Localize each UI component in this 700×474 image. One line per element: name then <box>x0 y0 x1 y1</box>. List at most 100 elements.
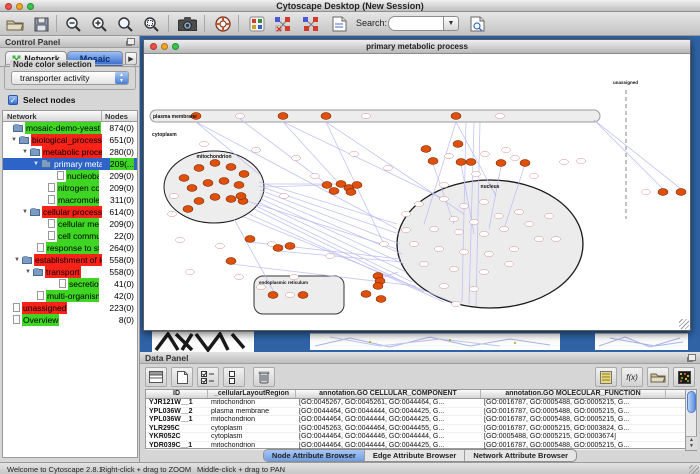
node-unselected[interactable] <box>410 241 419 246</box>
node-unselected[interactable] <box>311 173 320 178</box>
import-attributes-button[interactable] <box>647 367 669 387</box>
tree-row-nucleobase-[interactable]: nucleobase-209(0) <box>3 170 137 182</box>
delete-attribute-button[interactable] <box>253 367 275 387</box>
node-selected[interactable] <box>676 189 686 196</box>
node-selected[interactable] <box>236 193 246 200</box>
expand-arrow-icon[interactable]: ▼ <box>33 158 41 170</box>
node-unselected[interactable] <box>500 226 509 231</box>
node-selected[interactable] <box>273 245 283 252</box>
node-unselected[interactable] <box>200 141 209 146</box>
matrix-view-button[interactable] <box>673 367 695 387</box>
function-builder-button[interactable]: f(x) <box>621 367 643 387</box>
tree-row-cellular-process[interactable]: ▼cellular process614(0) <box>3 206 137 218</box>
tree-row-label[interactable]: unassigned <box>22 302 67 314</box>
node-selected[interactable] <box>298 292 308 299</box>
node-unselected[interactable] <box>502 147 511 152</box>
node-selected[interactable] <box>179 175 189 182</box>
node-unselected[interactable] <box>236 113 245 118</box>
node-unselected[interactable] <box>480 231 489 236</box>
edge[interactable] <box>283 122 444 199</box>
node-selected[interactable] <box>210 194 220 201</box>
save-session-button[interactable] <box>30 14 52 34</box>
node-selected[interactable] <box>496 160 506 167</box>
node-selected[interactable] <box>285 243 295 250</box>
node-unselected[interactable] <box>450 266 459 271</box>
snapshot-button[interactable] <box>176 14 198 34</box>
tree-row-overview[interactable]: Overview8(0) <box>3 314 137 326</box>
node-unselected[interactable] <box>470 286 479 291</box>
tree-row-primary-metabo[interactable]: ▼primary metabo209(... <box>3 158 137 170</box>
select-all-attributes-button[interactable] <box>197 367 219 387</box>
node-selected[interactable] <box>210 160 220 167</box>
tree-row-label[interactable]: cellular process <box>42 206 102 218</box>
node-selected[interactable] <box>278 113 288 120</box>
node-unselected[interactable] <box>480 269 489 274</box>
node-unselected[interactable] <box>440 182 449 187</box>
edge[interactable] <box>594 120 681 189</box>
tree-row-biological-process[interactable]: ▼biological_process651(0) <box>3 134 137 146</box>
compartment-nucleus[interactable] <box>397 180 583 308</box>
search-input[interactable] <box>388 16 444 31</box>
node-unselected[interactable] <box>415 201 424 206</box>
zoom-out-button[interactable] <box>62 14 84 34</box>
tree-row-label[interactable]: nucleobase- <box>66 170 99 182</box>
node-unselected[interactable] <box>435 246 444 251</box>
expand-arrow-icon[interactable]: ▼ <box>22 146 30 158</box>
node-unselected[interactable] <box>280 193 289 198</box>
node-selected[interactable] <box>428 158 438 165</box>
attribute-editor-button[interactable] <box>595 367 617 387</box>
node-unselected[interactable] <box>440 196 449 201</box>
node-unselected[interactable] <box>470 219 479 224</box>
tree-row-label[interactable]: transport <box>45 266 81 278</box>
node-selected[interactable] <box>453 141 463 148</box>
node-selected[interactable] <box>421 146 431 153</box>
tree-row-label[interactable]: cellular metabo <box>57 218 99 230</box>
table-row[interactable]: YJR121W__1mitochondrion[GO:0045267, GO:0… <box>146 399 685 408</box>
node-selected[interactable] <box>658 189 668 196</box>
tree-row-nitrogen-compo[interactable]: nitrogen compo209(0) <box>3 182 137 194</box>
node-unselected[interactable] <box>402 211 411 216</box>
node-selected[interactable] <box>451 113 461 120</box>
node-unselected[interactable] <box>445 153 454 158</box>
node-selected[interactable] <box>268 292 278 299</box>
node-unselected[interactable] <box>257 284 266 289</box>
tree-row-label[interactable]: multi-organism pro <box>46 290 99 302</box>
node-selected[interactable] <box>346 189 356 196</box>
node-unselected[interactable] <box>511 155 520 160</box>
select-nodes-checkbox[interactable]: ✓ <box>8 95 18 105</box>
tree-col-network[interactable]: Network <box>7 112 37 121</box>
table-row[interactable]: YPL036W__2plasma membrane[GO:0044464, GO… <box>146 408 685 417</box>
tree-row-label[interactable]: metabolic process <box>42 146 102 158</box>
node-unselected[interactable] <box>481 151 490 156</box>
annotation-button[interactable] <box>328 14 350 34</box>
node-unselected[interactable] <box>450 216 459 221</box>
network-canvas[interactable]: plasma membranecytoplasmmitochondrionnuc… <box>144 54 690 330</box>
node-selected[interactable] <box>226 196 236 203</box>
column-header-3[interactable]: annotation.GO CELLULAR_COMPONENT <box>296 390 481 398</box>
help-button[interactable] <box>212 14 234 34</box>
node-selected[interactable] <box>456 159 466 166</box>
tree-row-secretion[interactable]: secretion41(0) <box>3 278 137 290</box>
column-header-1[interactable]: ID <box>146 390 208 398</box>
hide-selected-button[interactable] <box>272 14 294 34</box>
app-resize-grip[interactable] <box>689 465 699 474</box>
tree-row-cell-communicat[interactable]: cell communicat22(0) <box>3 230 137 242</box>
node-unselected[interactable] <box>452 301 461 306</box>
vizmapper-button[interactable] <box>246 14 268 34</box>
node-color-dropdown[interactable]: transporter activity ▲▼ <box>11 71 129 85</box>
tree-row-cellular-metabo[interactable]: cellular metabo209(0) <box>3 218 137 230</box>
node-unselected[interactable] <box>186 269 195 274</box>
node-unselected[interactable] <box>535 236 544 241</box>
scrollbar-thumb[interactable] <box>687 391 696 413</box>
search-config-button[interactable] <box>466 14 488 34</box>
node-unselected[interactable] <box>505 261 514 266</box>
tree-row-label[interactable]: primary metabo <box>53 158 102 170</box>
node-unselected[interactable] <box>216 243 225 248</box>
node-selected[interactable] <box>322 182 332 189</box>
node-unselected[interactable] <box>235 274 244 279</box>
tree-row-label[interactable]: Overview <box>22 314 59 326</box>
edge[interactable] <box>278 251 402 262</box>
node-selected[interactable] <box>361 291 371 298</box>
float-panel-icon[interactable] <box>688 354 696 361</box>
table-row[interactable]: YPL036W__1mitochondrion[GO:0044464, GO:0… <box>146 416 685 425</box>
